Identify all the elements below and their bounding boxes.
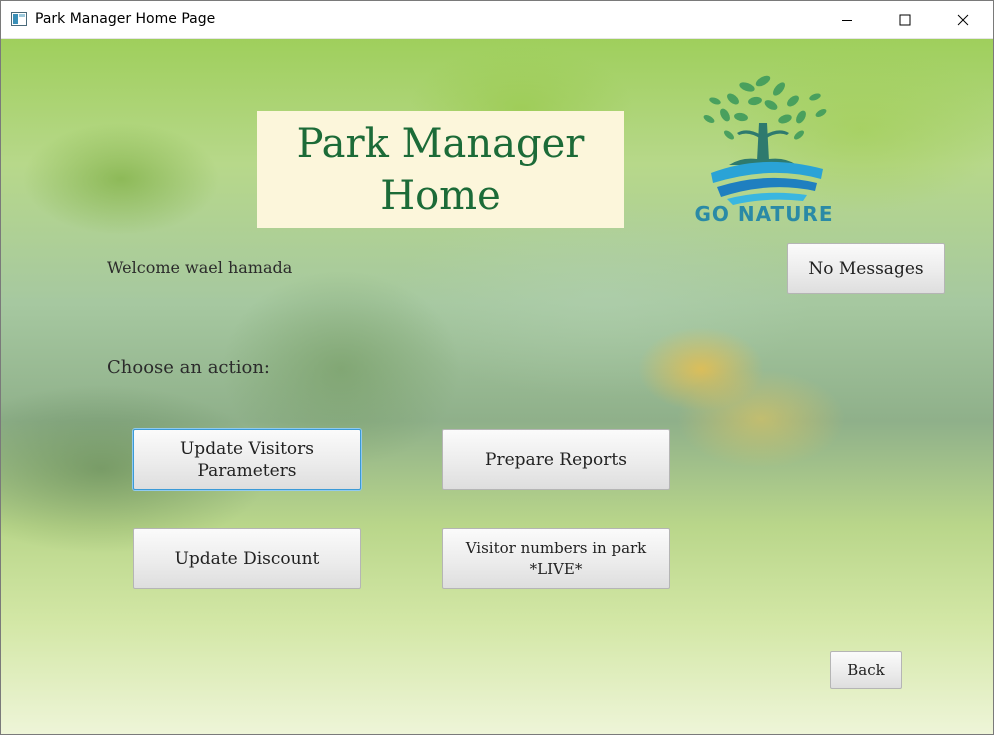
close-button[interactable] — [934, 1, 992, 39]
page-title-line-1: Park Manager — [296, 120, 585, 167]
park-background: Park Manager Home GO NATURE Welcome wael… — [1, 39, 993, 734]
logo-text: GO NATURE — [694, 202, 834, 226]
back-button[interactable]: Back — [830, 651, 902, 689]
welcome-text: Welcome wael hamada — [107, 258, 293, 277]
messages-button[interactable]: No Messages — [787, 243, 945, 294]
visitor-numbers-live-button[interactable]: Visitor numbers in park *LIVE* — [442, 528, 670, 589]
choose-action-label: Choose an action: — [107, 357, 270, 378]
maximize-button[interactable] — [876, 1, 934, 39]
prepare-reports-button[interactable]: Prepare Reports — [442, 429, 670, 490]
close-icon — [957, 14, 969, 26]
update-visitors-parameters-button[interactable]: Update Visitors Parameters — [133, 429, 361, 490]
window-title: Park Manager Home Page — [35, 11, 216, 27]
title-bar[interactable]: Park Manager Home Page — [1, 1, 993, 39]
page-title-line-2: Home — [380, 172, 501, 219]
update-discount-button[interactable]: Update Discount — [133, 528, 361, 589]
app-window: Park Manager Home Page Park Manager Home — [0, 0, 994, 735]
app-window-icon — [11, 12, 27, 26]
minimize-icon — [842, 20, 852, 21]
minimize-button[interactable] — [818, 1, 876, 39]
maximize-icon — [899, 14, 911, 26]
page-title: Park Manager Home — [257, 111, 624, 228]
